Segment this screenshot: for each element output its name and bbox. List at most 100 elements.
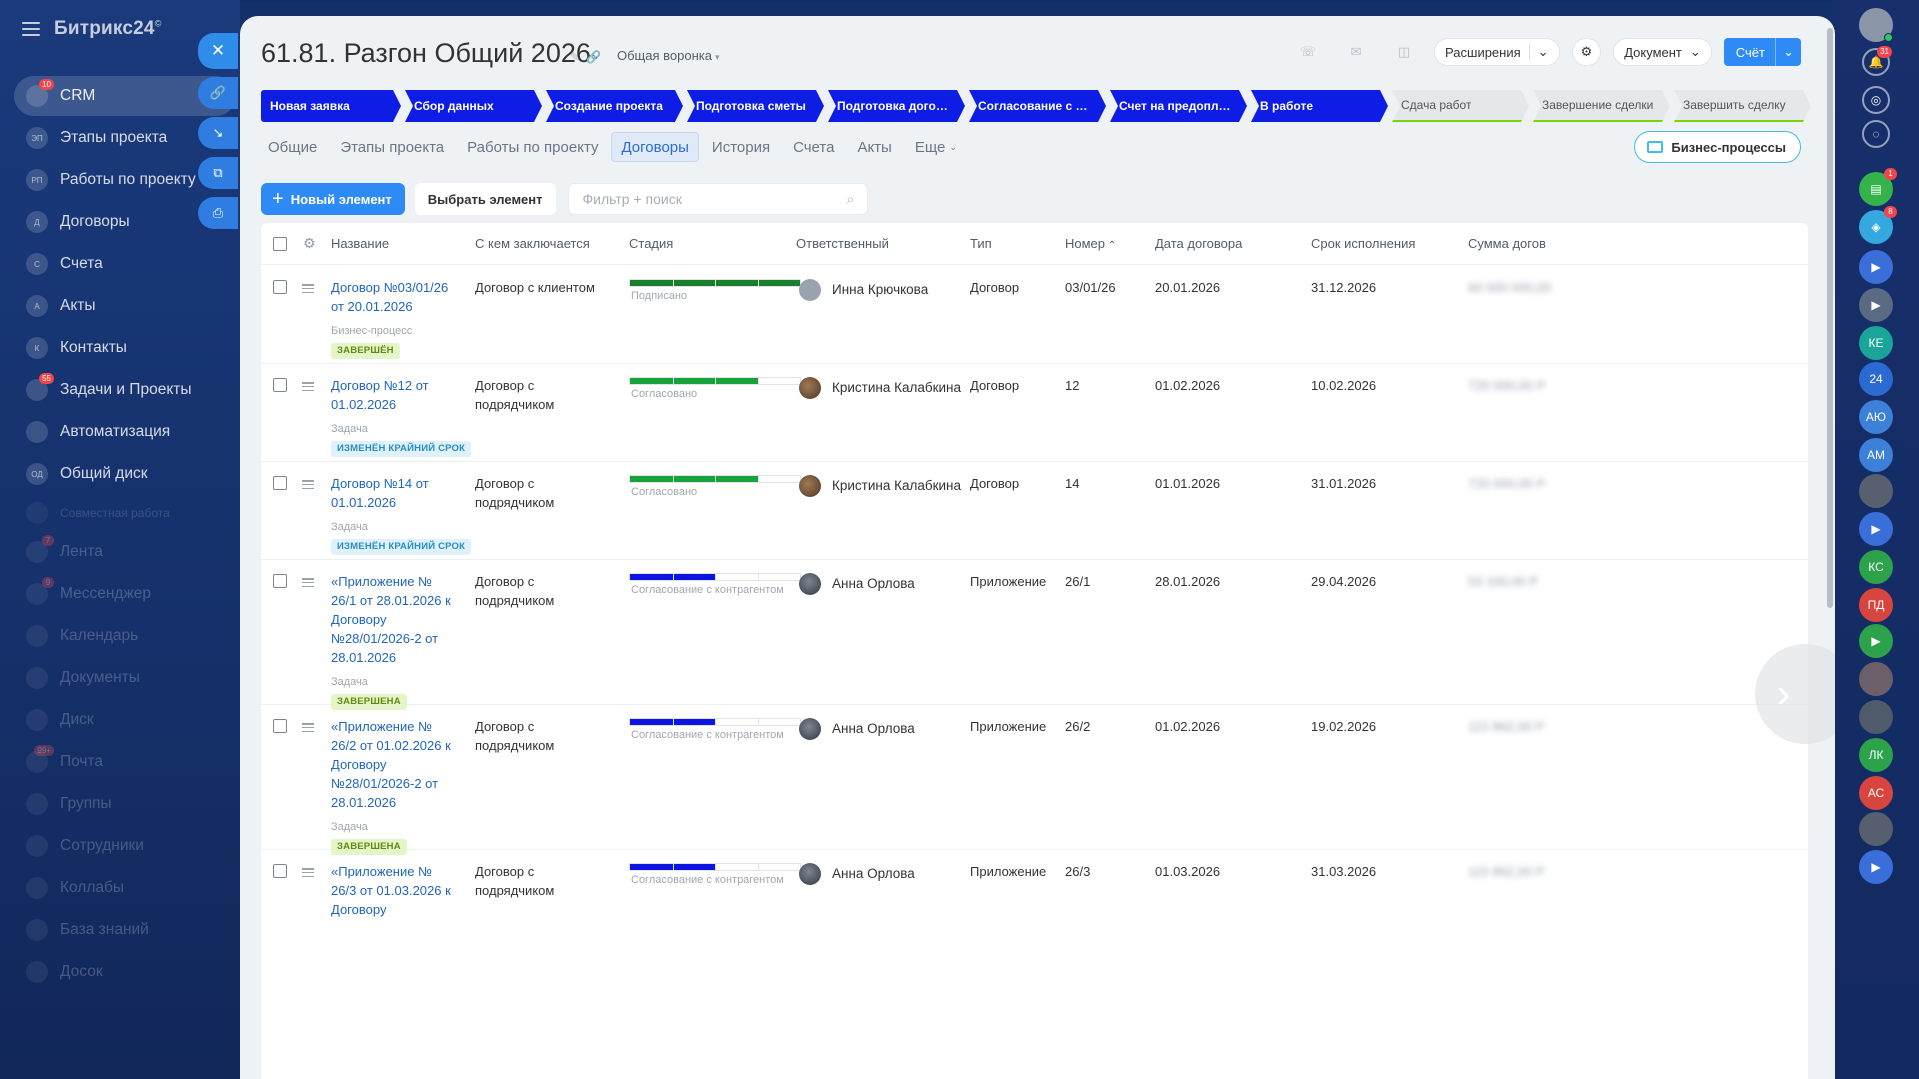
user-avatar[interactable]: [1859, 8, 1893, 42]
stage-3[interactable]: Подготовка сметы: [687, 90, 824, 122]
video-chat-4[interactable]: ▶: [1859, 624, 1893, 658]
tab-1[interactable]: Этапы проекта: [330, 132, 454, 162]
column-header[interactable]: Стадия: [629, 234, 673, 253]
contract-link[interactable]: Договор №14 от 01.01.2026: [331, 476, 429, 510]
contact-lk[interactable]: ЛК: [1859, 738, 1893, 772]
table-row[interactable]: «Приложение № 26/3 от 01.03.2026 к Догов…: [261, 850, 1808, 1079]
avatar[interactable]: [799, 863, 821, 885]
support-chat[interactable]: ◈ 8: [1859, 206, 1897, 244]
stage-10[interactable]: Завершить сделку: [1674, 90, 1811, 122]
contact-photo-2[interactable]: [1859, 662, 1893, 696]
search-input[interactable]: [582, 191, 823, 207]
sidebar-item-dim-1[interactable]: 9 Мессенджер: [14, 574, 236, 614]
stage-progress[interactable]: [629, 718, 801, 726]
b24-chat[interactable]: 24: [1859, 362, 1893, 396]
row-checkbox[interactable]: [273, 574, 287, 588]
chevron-down-icon[interactable]: ⌄: [1775, 38, 1801, 66]
sidebar-item-dim-3[interactable]: Документы: [14, 658, 236, 698]
sidebar-item-7[interactable]: 55 Задачи и Проекты: [14, 370, 236, 410]
avatar[interactable]: [799, 377, 821, 399]
row-checkbox[interactable]: [273, 280, 287, 294]
funnel-selector[interactable]: Общая воронка ▾: [617, 48, 720, 63]
sidebar-item-dim-6[interactable]: Группы: [14, 784, 236, 824]
table-row[interactable]: Договор №14 от 01.01.2026 Задача ИЗМЕНЁН К…: [261, 462, 1808, 560]
stage-5[interactable]: Согласование с заказчиком: [969, 90, 1106, 122]
stage-4[interactable]: Подготовка договора: [828, 90, 965, 122]
stage-2[interactable]: Создание проекта: [546, 90, 683, 122]
invoice-button[interactable]: Счёт ⌄: [1723, 38, 1801, 66]
stage-progress[interactable]: [629, 863, 801, 871]
print-button[interactable]: ⎙: [198, 197, 238, 229]
document-button[interactable]: Документ ⌄: [1613, 38, 1712, 66]
chat-icon[interactable]: ◫: [1386, 38, 1422, 66]
brand-logo[interactable]: Битрикс24©: [54, 18, 162, 40]
contact-ke[interactable]: КЕ: [1859, 326, 1893, 360]
avatar[interactable]: [799, 718, 821, 740]
stage-progress[interactable]: [629, 573, 801, 581]
responsible-name[interactable]: Анна Орлова: [832, 864, 915, 883]
open-new-window-button[interactable]: ⧉: [198, 157, 238, 189]
contract-link[interactable]: «Приложение № 26/1 от 28.01.2026 к Догов…: [331, 574, 451, 665]
gear-icon[interactable]: ⚙: [303, 236, 317, 250]
stage-0[interactable]: Новая заявка: [261, 90, 401, 122]
chat-search-icon[interactable]: ◌: [1862, 120, 1890, 148]
sidebar-item-dim-10[interactable]: Досок: [14, 952, 236, 992]
sidebar-item-dim-4[interactable]: Диск: [14, 700, 236, 740]
row-checkbox[interactable]: [273, 378, 287, 392]
column-header[interactable]: С кем заключается: [475, 234, 590, 253]
responsible-name[interactable]: Инна Крючкова: [832, 280, 928, 299]
contract-link[interactable]: Договор №03/01/26 от 20.01.2026: [331, 280, 448, 314]
contact-am[interactable]: АМ: [1859, 438, 1893, 472]
row-checkbox[interactable]: [273, 864, 287, 878]
notifications-icon[interactable]: 🔔 31: [1862, 46, 1892, 76]
tab-2[interactable]: Работы по проекту: [457, 132, 608, 162]
tab-3[interactable]: Договоры: [611, 132, 699, 162]
contact-as[interactable]: АС: [1859, 776, 1893, 810]
contract-link[interactable]: Договор №12 от 01.02.2026: [331, 378, 429, 412]
copilot-icon[interactable]: ◎: [1862, 86, 1890, 114]
column-header[interactable]: Номер ⌃: [1065, 234, 1116, 255]
column-header[interactable]: Ответственный: [796, 234, 889, 253]
row-menu-icon[interactable]: [302, 578, 314, 587]
row-checkbox[interactable]: [273, 476, 287, 490]
row-menu-icon[interactable]: [302, 284, 314, 293]
scrollbar[interactable]: [1827, 28, 1833, 608]
sidebar-item-dim-5[interactable]: 99+ Почта: [14, 742, 236, 782]
stage-progress[interactable]: [629, 279, 801, 287]
video-chat-5[interactable]: ▶: [1859, 850, 1893, 884]
sidebar-item-5[interactable]: А Акты: [14, 286, 236, 326]
sidebar-item-6[interactable]: К Контакты: [14, 328, 236, 368]
table-row[interactable]: Договор №03/01/26 от 20.01.2026 Бизнес-пр…: [261, 266, 1808, 364]
avatar[interactable]: [799, 573, 821, 595]
column-header[interactable]: Срок исполнения: [1311, 234, 1415, 253]
video-chat[interactable]: ▶: [1859, 250, 1893, 284]
business-processes-button[interactable]: Бизнес-процессы: [1634, 131, 1801, 163]
tab-7[interactable]: Еще ⌄: [905, 132, 967, 162]
responsible-name[interactable]: Кристина Калабкина: [832, 378, 961, 397]
settings-button[interactable]: ⚙: [1571, 38, 1602, 66]
table-row[interactable]: Договор №12 от 01.02.2026 Задача ИЗМЕНЁН К…: [261, 364, 1808, 462]
tab-5[interactable]: Счета: [783, 132, 844, 162]
sidebar-item-4[interactable]: С Счета: [14, 244, 236, 284]
tab-6[interactable]: Акты: [847, 132, 901, 162]
row-menu-icon[interactable]: [302, 868, 314, 877]
contact-ks[interactable]: КС: [1859, 550, 1893, 584]
tasks-chat[interactable]: ▤ 1: [1859, 168, 1897, 206]
column-header[interactable]: Дата договора: [1155, 234, 1242, 253]
row-checkbox[interactable]: [273, 719, 287, 733]
phone-icon[interactable]: ☏: [1290, 38, 1326, 66]
table-row[interactable]: «Приложение № 26/2 от 01.02.2026 к Догов…: [261, 705, 1808, 855]
tab-4[interactable]: История: [702, 132, 780, 162]
column-header[interactable]: Название: [331, 234, 389, 253]
contact-photo-1[interactable]: [1859, 474, 1893, 508]
contact-pd[interactable]: ПД: [1859, 588, 1893, 622]
sidebar-item-dim-7[interactable]: Сотрудники: [14, 826, 236, 866]
contract-link[interactable]: «Приложение № 26/2 от 01.02.2026 к Догов…: [331, 719, 451, 810]
tab-0[interactable]: Общие: [258, 132, 327, 162]
contact-photo-3[interactable]: [1859, 700, 1893, 734]
stage-7[interactable]: В работе: [1251, 90, 1388, 122]
edit-icon[interactable]: ✎: [570, 50, 586, 64]
column-header[interactable]: Тип: [970, 234, 992, 253]
extensions-button[interactable]: Расширения ⌄: [1434, 38, 1560, 66]
row-menu-icon[interactable]: [302, 723, 314, 732]
